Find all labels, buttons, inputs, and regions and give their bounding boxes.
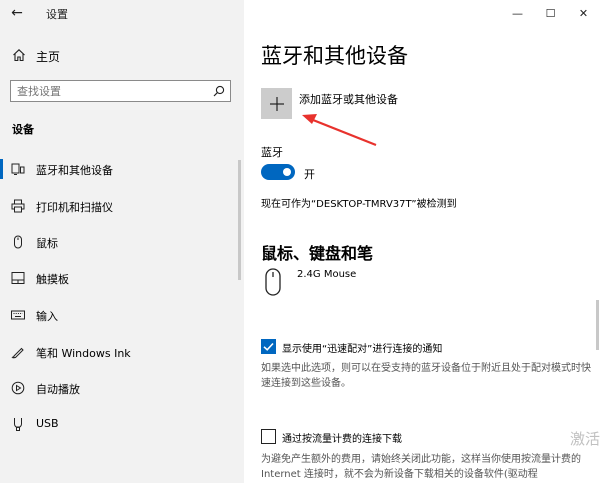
sidebar-item-label: 笔和 Windows Ink <box>36 347 131 360</box>
maximize-button[interactable]: ☐ <box>534 0 567 26</box>
sidebar-item-typing[interactable]: 输入 <box>0 299 244 331</box>
main-content: — ☐ ✕ 蓝牙和其他设备 添加蓝牙或其他设备 蓝牙 开 现在可作为“DESKT… <box>244 0 600 483</box>
bluetooth-label: 蓝牙 <box>261 146 283 159</box>
device-name: 2.4G Mouse <box>297 269 357 280</box>
pen-icon <box>11 347 24 359</box>
sidebar-item-label: 蓝牙和其他设备 <box>36 164 113 177</box>
metered-download-checkbox[interactable] <box>261 429 276 444</box>
plus-icon <box>269 96 284 111</box>
sidebar-item-label: 主页 <box>36 50 61 64</box>
sidebar-item-mouse[interactable]: 鼠标 <box>0 226 244 258</box>
sidebar-item-touchpad[interactable]: 触摸板 <box>0 262 244 294</box>
back-arrow-icon: ← <box>11 5 23 21</box>
sidebar-item-label: USB <box>36 417 59 430</box>
swift-pair-label[interactable]: 显示使用“迅速配对”进行连接的通知 <box>282 340 442 355</box>
window-controls: — ☐ ✕ <box>501 0 600 26</box>
minimize-button[interactable]: — <box>501 0 534 26</box>
sidebar: ← 设置 主页 设备 蓝牙和其他设备 打印机和扫描仪 <box>0 0 244 483</box>
back-button[interactable]: ← <box>6 3 28 23</box>
bluetooth-state: 开 <box>304 168 315 181</box>
app-title: 设置 <box>46 8 68 21</box>
content-scrollbar[interactable] <box>596 300 599 350</box>
metered-download-label[interactable]: 通过按流量计费的连接下载 <box>282 430 402 445</box>
device-row[interactable]: 2.4G Mouse <box>261 266 561 300</box>
sidebar-item-printers[interactable]: 打印机和扫描仪 <box>0 190 244 222</box>
search-icon[interactable] <box>213 85 225 97</box>
autoplay-icon <box>11 381 25 395</box>
search-input[interactable] <box>11 81 201 101</box>
sidebar-item-label: 输入 <box>36 310 58 323</box>
sidebar-item-pen[interactable]: 笔和 Windows Ink <box>0 336 244 368</box>
touchpad-icon <box>11 272 25 284</box>
swift-pair-description: 如果选中此选项，则可以在受支持的蓝牙设备位于附近且处于配对模式时快速连接到这些设… <box>261 363 591 389</box>
sidebar-item-home[interactable]: 主页 <box>0 44 244 68</box>
maximize-icon: ☐ <box>545 6 556 20</box>
selected-indicator <box>0 159 3 179</box>
mouse-keyboard-pen-title: 鼠标、键盘和笔 <box>261 244 374 263</box>
mouse-icon <box>14 235 22 249</box>
close-icon: ✕ <box>578 6 589 20</box>
keyboard-icon <box>11 310 25 320</box>
sidebar-item-label: 鼠标 <box>36 237 58 250</box>
discoverable-text: 现在可作为“DESKTOP-TMRV37T”被检测到 <box>261 199 457 210</box>
add-device-label[interactable]: 添加蓝牙或其他设备 <box>299 91 398 107</box>
sidebar-item-usb[interactable]: USB <box>0 408 244 440</box>
sidebar-item-label: 自动播放 <box>36 383 80 396</box>
minimize-icon: — <box>512 6 523 20</box>
titlebar-left: ← 设置 <box>0 0 244 26</box>
section-label-devices: 设备 <box>12 123 34 136</box>
usb-icon <box>14 418 22 431</box>
sidebar-item-bluetooth[interactable]: 蓝牙和其他设备 <box>0 153 244 185</box>
close-button[interactable]: ✕ <box>567 0 600 26</box>
add-device-button[interactable] <box>261 88 292 119</box>
toggle-knob <box>283 168 291 176</box>
activation-watermark: 激活 <box>570 430 600 448</box>
search-box[interactable] <box>10 80 231 102</box>
mouse-icon <box>265 268 281 296</box>
sidebar-item-label: 触摸板 <box>36 273 69 286</box>
bluetooth-toggle[interactable] <box>261 164 295 180</box>
page-title: 蓝牙和其他设备 <box>261 44 408 68</box>
home-icon <box>13 49 25 62</box>
sidebar-scrollbar[interactable] <box>238 160 241 280</box>
sidebar-item-label: 打印机和扫描仪 <box>36 201 113 214</box>
printer-icon <box>11 199 25 213</box>
check-icon <box>263 342 274 351</box>
metered-download-description: 为避免产生额外的费用，请始终关闭此功能，这样当你使用按流量计费的 Interne… <box>261 454 581 480</box>
swift-pair-checkbox[interactable] <box>261 339 276 354</box>
sidebar-item-autoplay[interactable]: 自动播放 <box>0 372 244 404</box>
bluetooth-devices-icon <box>11 163 25 175</box>
